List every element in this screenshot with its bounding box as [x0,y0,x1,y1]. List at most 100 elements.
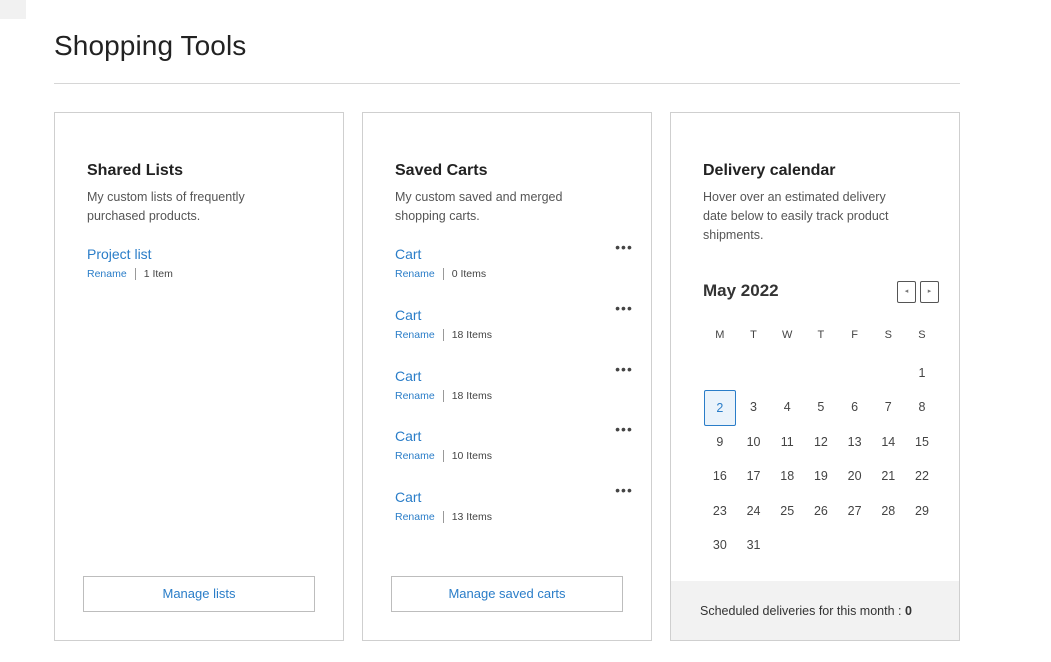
calendar-day[interactable]: 21 [871,459,905,494]
meta-separator [134,268,136,280]
calendar-day[interactable]: 22 [905,459,939,494]
calendar-footer: Scheduled deliveries for this month : 0 [671,581,959,640]
rename-link[interactable]: Rename [395,268,435,280]
calendar-day[interactable]: 15 [905,425,939,460]
next-month-icon[interactable]: ▸ [920,281,939,303]
previous-month-icon[interactable]: ◂ [897,281,916,303]
weekday-label: T [817,329,825,341]
cart-name-link[interactable]: Cart [395,489,421,505]
calendar-day[interactable]: 10 [737,425,771,460]
item-meta: Rename 18 Items [395,329,635,341]
cart-name-link[interactable]: Cart [395,428,421,444]
item-count: 1 Item [143,268,173,280]
calendar-day[interactable]: 27 [838,494,872,529]
calendar-day[interactable]: 29 [905,494,939,529]
calendar-empty-cell [770,356,804,391]
calendar-day[interactable]: 7 [871,390,905,425]
calendar-day[interactable]: 30 [703,528,737,563]
more-options-icon[interactable]: ••• [613,483,635,499]
calendar-day[interactable]: 16 [703,459,737,494]
manage-saved-carts-button[interactable]: Manage saved carts [391,576,623,612]
calendar-empty-cell [737,356,771,391]
calendar-day[interactable]: 26 [804,494,838,529]
list-item: Cart Rename 13 Items ••• [395,483,635,534]
calendar-empty-cell [871,356,905,391]
calendar-day[interactable]: 6 [838,390,872,425]
calendar-day-today[interactable]: 2 [704,390,736,426]
calendar-day[interactable]: 11 [770,425,804,460]
calendar-day[interactable]: 25 [770,494,804,529]
scheduled-deliveries-count: 0 [904,604,912,618]
calendar-month-label: May 2022 [703,281,779,300]
cart-name-link[interactable]: Cart [395,368,421,384]
calendar-day[interactable]: 5 [804,390,838,425]
calendar-empty-cell [703,356,737,391]
calendar-day[interactable]: 19 [804,459,838,494]
calendar-day[interactable]: 13 [838,425,872,460]
rename-link[interactable]: Rename [395,329,435,341]
item-count: 13 Items [451,511,492,523]
more-options-icon[interactable]: ••• [613,301,635,317]
page-title: Shopping Tools [54,30,247,61]
rename-link[interactable]: Rename [87,268,127,280]
shared-lists-description: My custom lists of frequently purchased … [87,190,245,223]
rename-link[interactable]: Rename [395,390,435,402]
calendar-day[interactable]: 18 [770,459,804,494]
weekday-label: S [884,329,892,341]
calendar-day[interactable]: 4 [770,390,804,425]
item-count: 18 Items [451,390,492,402]
list-item: Cart Rename 18 Items ••• [395,301,635,352]
calendar-grid: M T W T F S S 1 2 3 4 5 6 7 8 9 10 11 12 13 14 15 16 17 18 19 20 21… [703,321,939,563]
meta-separator [442,450,444,462]
meta-separator [442,268,444,280]
cart-name-link[interactable]: Cart [395,307,421,323]
corner-block [0,0,26,19]
saved-carts-title: Saved Carts [395,162,488,179]
calendar-day[interactable]: 9 [703,425,737,460]
item-meta: Rename 18 Items [395,390,635,402]
calendar-day[interactable]: 17 [737,459,771,494]
weekday-label: S [918,329,926,341]
weekday-label: T [750,329,757,341]
more-options-icon[interactable]: ••• [613,422,635,438]
item-meta: Rename 10 Items [395,450,635,462]
calendar-day[interactable]: 23 [703,494,737,529]
more-options-icon[interactable]: ••• [613,240,635,256]
item-meta: Rename 0 Items [395,268,635,280]
calendar-day[interactable]: 20 [838,459,872,494]
item-meta: Rename 13 Items [395,511,635,523]
list-name-link[interactable]: Project list [87,246,152,262]
meta-separator [442,329,444,341]
calendar-empty-cell [838,356,872,391]
item-count: 0 Items [451,268,487,280]
list-item: Project list Rename 1 Item [87,246,327,291]
manage-lists-button[interactable]: Manage lists [83,576,315,612]
calendar-day[interactable]: 28 [871,494,905,529]
more-options-icon[interactable]: ••• [613,362,635,378]
calendar-day[interactable]: 1 [905,356,939,391]
weekday-label: W [782,329,793,341]
delivery-calendar-description: Hover over an estimated delivery date be… [703,190,889,242]
saved-carts-description: My custom saved and merged shopping cart… [395,190,563,223]
item-count: 18 Items [451,329,492,341]
calendar-day[interactable]: 14 [871,425,905,460]
cart-name-link[interactable]: Cart [395,246,421,262]
calendar-day[interactable]: 12 [804,425,838,460]
item-meta: Rename 1 Item [87,268,327,280]
calendar-day[interactable]: 8 [905,390,939,425]
scheduled-deliveries-label: Scheduled deliveries for this month : [700,604,905,618]
delivery-calendar-card: Delivery calendar Hover over an estimate… [670,112,960,641]
calendar-day[interactable]: 24 [737,494,771,529]
rename-link[interactable]: Rename [395,511,435,523]
saved-carts-card: Saved Carts My custom saved and merged s… [362,112,652,641]
rename-link[interactable]: Rename [395,450,435,462]
item-count: 10 Items [451,450,492,462]
list-item: Cart Rename 0 Items ••• [395,240,635,291]
calendar-empty-cell [804,356,838,391]
shared-lists-card: Shared Lists My custom lists of frequent… [54,112,344,641]
calendar-day[interactable]: 3 [737,390,771,425]
calendar-day[interactable]: 31 [737,528,771,563]
meta-separator [442,390,444,402]
title-divider [54,83,960,84]
list-item: Cart Rename 10 Items ••• [395,422,635,473]
